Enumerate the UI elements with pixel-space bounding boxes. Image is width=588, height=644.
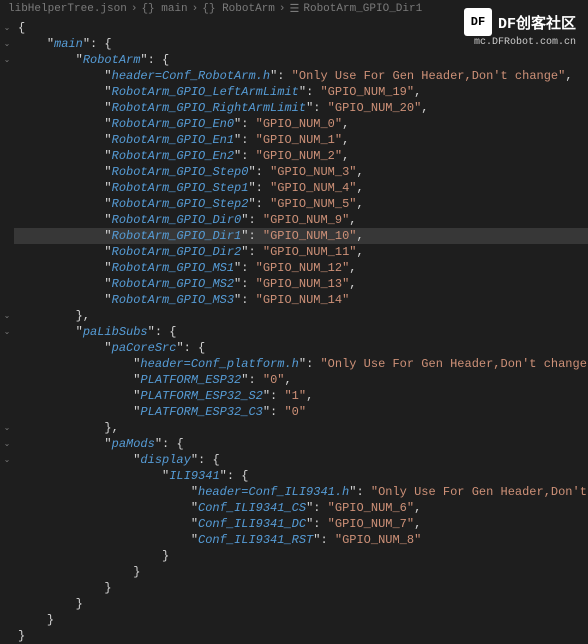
breadcrumb-item[interactable]: {} main [141, 3, 187, 15]
fold-icon[interactable]: ⌄ [0, 36, 14, 52]
code-content[interactable]: { "main": { "RobotArm": { "header=Conf_R… [14, 18, 588, 633]
code-line[interactable]: } [14, 612, 588, 628]
code-line[interactable]: "RobotArm_GPIO_En2": "GPIO_NUM_2", [14, 148, 588, 164]
code-line[interactable]: "RobotArm": { [14, 52, 588, 68]
code-line[interactable]: "header=Conf_RobotArm.h": "Only Use For … [14, 68, 588, 84]
breadcrumb-item[interactable]: RobotArm_GPIO_Dir1 [303, 3, 422, 15]
fold-icon[interactable]: ⌄ [0, 308, 14, 324]
code-line[interactable]: } [14, 628, 588, 644]
code-line[interactable]: "RobotArm_GPIO_LeftArmLimit": "GPIO_NUM_… [14, 84, 588, 100]
code-line[interactable]: "PLATFORM_ESP32_S2": "1", [14, 388, 588, 404]
code-line[interactable]: "Conf_ILI9341_RST": "GPIO_NUM_8" [14, 532, 588, 548]
code-line[interactable]: "RobotArm_GPIO_Dir2": "GPIO_NUM_11", [14, 244, 588, 260]
code-line[interactable]: }, [14, 420, 588, 436]
code-line[interactable]: "paMods": { [14, 436, 588, 452]
fold-icon[interactable]: ⌄ [0, 436, 14, 452]
code-editor[interactable]: ⌄ ⌄ ⌄ ⌄ ⌄ ⌄ ⌄ ⌄ { "main": { "RobotArm": … [0, 18, 588, 633]
code-line[interactable]: "RobotArm_GPIO_Step1": "GPIO_NUM_4", [14, 180, 588, 196]
code-line[interactable]: "PLATFORM_ESP32": "0", [14, 372, 588, 388]
code-line[interactable]: } [14, 548, 588, 564]
code-line[interactable]: "RobotArm_GPIO_MS1": "GPIO_NUM_12", [14, 260, 588, 276]
code-line[interactable]: } [14, 580, 588, 596]
code-line[interactable]: } [14, 564, 588, 580]
fold-icon[interactable]: ⌄ [0, 324, 14, 340]
code-line[interactable]: "ILI9341": { [14, 468, 588, 484]
breadcrumb-file[interactable]: libHelperTree.json [8, 3, 127, 15]
code-line[interactable]: "RobotArm_GPIO_MS3": "GPIO_NUM_14" [14, 292, 588, 308]
code-line[interactable]: } [14, 596, 588, 612]
code-line[interactable]: "header=Conf_platform.h": "Only Use For … [14, 356, 588, 372]
code-line[interactable]: "RobotArm_GPIO_Step2": "GPIO_NUM_5", [14, 196, 588, 212]
watermark-brand: DF创客社区 [498, 12, 576, 33]
code-line[interactable]: "paCoreSrc": { [14, 340, 588, 356]
fold-icon[interactable]: ⌄ [0, 20, 14, 36]
code-line[interactable]: "Conf_ILI9341_DC": "GPIO_NUM_7", [14, 516, 588, 532]
fold-icon[interactable]: ⌄ [0, 452, 14, 468]
code-line[interactable]: "PLATFORM_ESP32_C3": "0" [14, 404, 588, 420]
fold-gutter: ⌄ ⌄ ⌄ ⌄ ⌄ ⌄ ⌄ ⌄ [0, 18, 14, 633]
code-line[interactable]: "paLibSubs": { [14, 324, 588, 340]
code-line[interactable]: "RobotArm_GPIO_MS2": "GPIO_NUM_13", [14, 276, 588, 292]
code-line[interactable]: "display": { [14, 452, 588, 468]
fold-icon[interactable]: ⌄ [0, 420, 14, 436]
breadcrumb-item[interactable]: {} RobotArm [202, 3, 275, 15]
code-line[interactable]: "header=Conf_ILI9341.h": "Only Use For G… [14, 484, 588, 500]
code-line-highlighted[interactable]: "RobotArm_GPIO_Dir1": "GPIO_NUM_10", [14, 228, 588, 244]
code-line[interactable]: "RobotArm_GPIO_Step0": "GPIO_NUM_3", [14, 164, 588, 180]
df-logo-icon: DF [464, 8, 492, 36]
code-line[interactable]: }, [14, 308, 588, 324]
watermark: DF DF创客社区 mc.DFRobot.com.cn [464, 8, 576, 48]
code-line[interactable]: "Conf_ILI9341_CS": "GPIO_NUM_6", [14, 500, 588, 516]
code-line[interactable]: "RobotArm_GPIO_Dir0": "GPIO_NUM_9", [14, 212, 588, 228]
code-line[interactable]: "RobotArm_GPIO_RightArmLimit": "GPIO_NUM… [14, 100, 588, 116]
code-line[interactable]: "RobotArm_GPIO_En1": "GPIO_NUM_1", [14, 132, 588, 148]
fold-icon[interactable]: ⌄ [0, 52, 14, 68]
watermark-url: mc.DFRobot.com.cn [464, 37, 576, 48]
code-line[interactable]: "RobotArm_GPIO_En0": "GPIO_NUM_0", [14, 116, 588, 132]
